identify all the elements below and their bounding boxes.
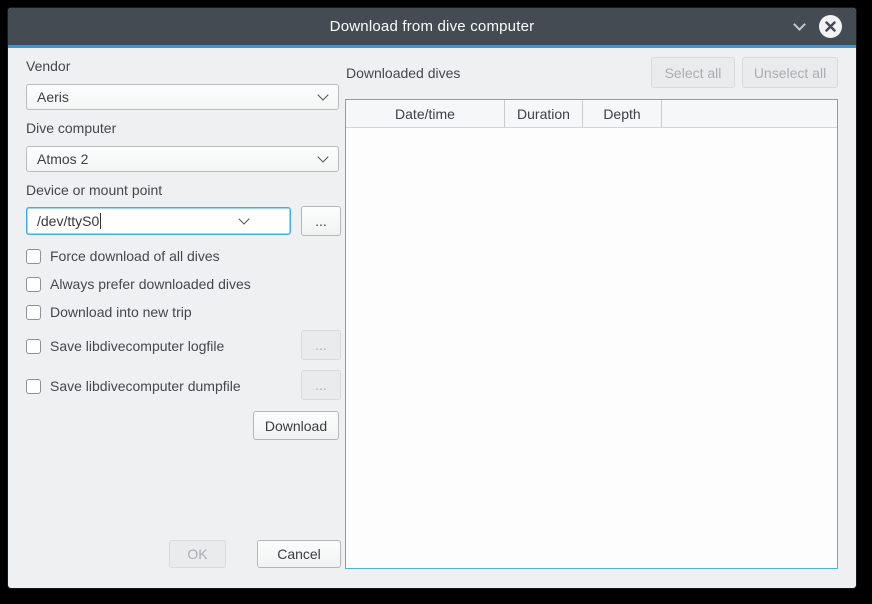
column-header-datetime[interactable]: Date/time — [346, 100, 505, 127]
window-title: Download from dive computer — [330, 18, 535, 35]
table-header-row: Date/time Duration Depth — [346, 100, 837, 128]
downloaded-dives-label: Downloaded dives — [346, 65, 460, 81]
force-download-checkbox[interactable] — [26, 249, 41, 264]
dive-computer-value: Atmos 2 — [37, 151, 88, 167]
prefer-downloaded-label: Always prefer downloaded dives — [50, 276, 251, 292]
prefer-downloaded-row: Always prefer downloaded dives — [26, 276, 251, 292]
dive-computer-select[interactable]: Atmos 2 — [26, 146, 339, 172]
downloaded-dives-table[interactable]: Date/time Duration Depth — [345, 99, 838, 569]
chevron-down-icon — [317, 89, 328, 100]
device-value: /dev/ttyS0 — [37, 213, 99, 229]
device-label: Device or mount point — [26, 182, 162, 198]
download-dialog-window: Download from dive computer Vendor Aeris… — [8, 8, 856, 588]
chevron-down-icon — [793, 18, 806, 31]
column-header-depth[interactable]: Depth — [583, 100, 662, 127]
force-download-label: Force download of all dives — [50, 248, 220, 264]
save-logfile-row: Save libdivecomputer logfile — [26, 338, 224, 354]
column-header-blank[interactable] — [662, 100, 837, 127]
new-trip-checkbox[interactable] — [26, 305, 41, 320]
close-icon — [825, 21, 836, 32]
vendor-label: Vendor — [26, 58, 70, 74]
save-dumpfile-label: Save libdivecomputer dumpfile — [50, 378, 241, 394]
close-button[interactable] — [819, 15, 842, 38]
logfile-browse-button[interactable]: ... — [301, 330, 341, 360]
titlebar[interactable]: Download from dive computer — [8, 8, 856, 45]
select-all-button[interactable]: Select all — [651, 57, 735, 88]
dive-computer-label: Dive computer — [26, 120, 116, 136]
force-download-row: Force download of all dives — [26, 248, 220, 264]
unselect-all-button[interactable]: Unselect all — [742, 57, 838, 88]
dumpfile-browse-button[interactable]: ... — [301, 370, 341, 400]
save-logfile-checkbox[interactable] — [26, 339, 41, 354]
chevron-down-icon — [238, 213, 249, 224]
prefer-downloaded-checkbox[interactable] — [26, 277, 41, 292]
download-button[interactable]: Download — [253, 411, 339, 440]
shade-button[interactable] — [790, 20, 808, 34]
vendor-value: Aeris — [37, 89, 69, 105]
save-dumpfile-row: Save libdivecomputer dumpfile — [26, 378, 241, 394]
vendor-select[interactable]: Aeris — [26, 84, 339, 110]
device-combobox[interactable]: /dev/ttyS0 — [26, 207, 291, 235]
column-header-duration[interactable]: Duration — [505, 100, 583, 127]
save-dumpfile-checkbox[interactable] — [26, 379, 41, 394]
new-trip-row: Download into new trip — [26, 304, 192, 320]
chevron-down-icon — [317, 151, 328, 162]
new-trip-label: Download into new trip — [50, 304, 192, 320]
dialog-content: Vendor Aeris Dive computer Atmos 2 Devic… — [8, 48, 856, 588]
cancel-button[interactable]: Cancel — [257, 540, 341, 568]
ok-button[interactable]: OK — [169, 540, 226, 568]
device-browse-button[interactable]: ... — [301, 206, 341, 236]
text-caret — [100, 213, 101, 229]
save-logfile-label: Save libdivecomputer logfile — [50, 338, 224, 354]
